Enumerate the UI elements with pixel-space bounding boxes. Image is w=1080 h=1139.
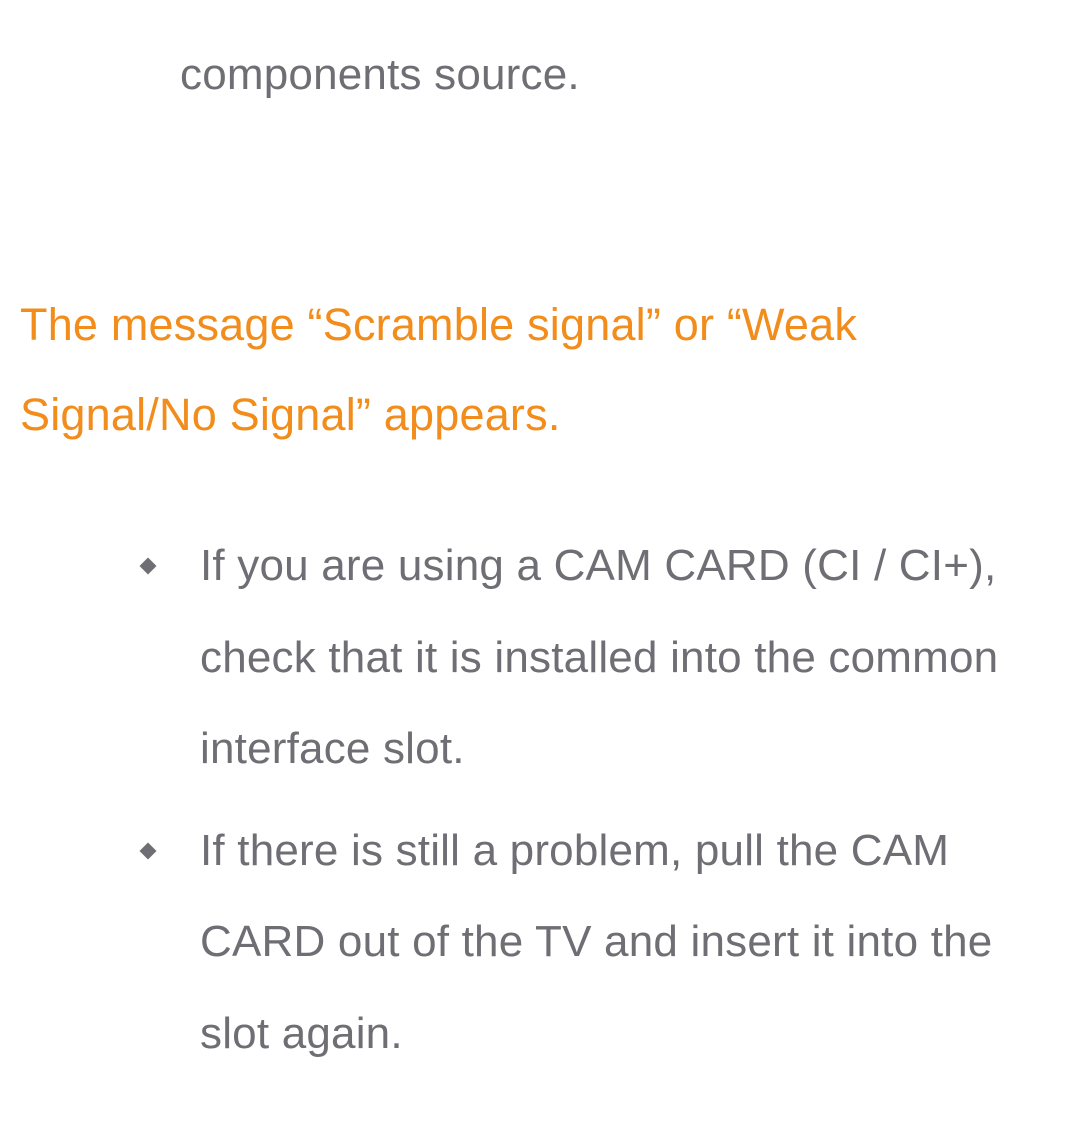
list-item: If you are using a CAM CARD (CI / CI+), … xyxy=(20,520,1060,795)
section-heading: The message “Scramble signal” or “Weak S… xyxy=(20,280,1060,460)
trailing-fragment-text: components source. xyxy=(180,40,1060,110)
document-page: components source. The message “Scramble… xyxy=(0,0,1080,1139)
instruction-list: If you are using a CAM CARD (CI / CI+), … xyxy=(20,520,1060,1079)
list-item: If there is still a problem, pull the CA… xyxy=(20,805,1060,1080)
